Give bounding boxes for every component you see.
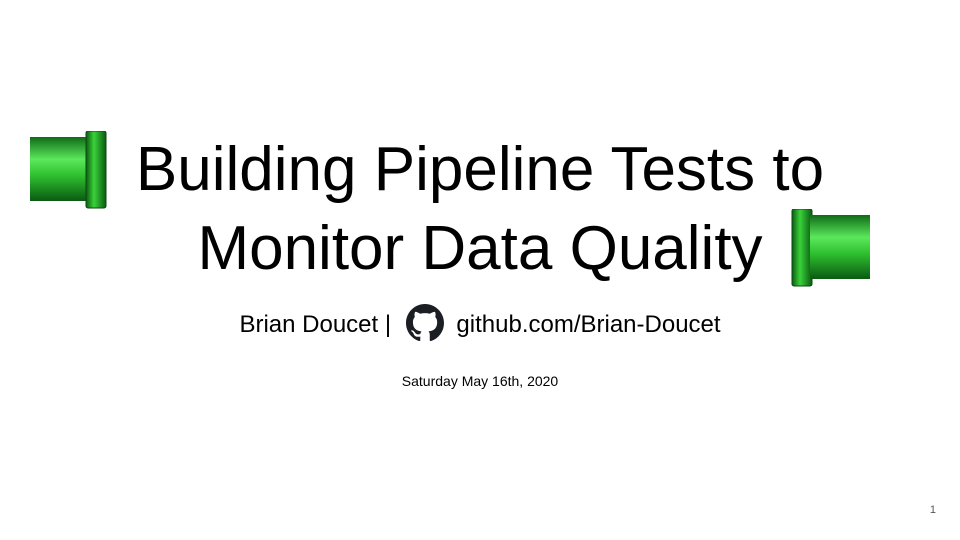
slide-title-line-1: Building Pipeline Tests to bbox=[135, 135, 825, 204]
right-pipe-icon bbox=[791, 209, 870, 287]
slide: Building Pipeline Tests to Monitor Data … bbox=[0, 0, 960, 540]
author-name: Brian Doucet | bbox=[239, 311, 392, 338]
author-line: Brian Doucet | github.com/Brian-Doucet bbox=[0, 304, 960, 344]
github-link[interactable]: github.com/Brian-Doucet bbox=[456, 311, 720, 338]
presentation-date: Saturday May 16th, 2020 bbox=[401, 373, 559, 389]
page-number: 1 bbox=[929, 504, 936, 516]
github-icon bbox=[405, 304, 444, 342]
